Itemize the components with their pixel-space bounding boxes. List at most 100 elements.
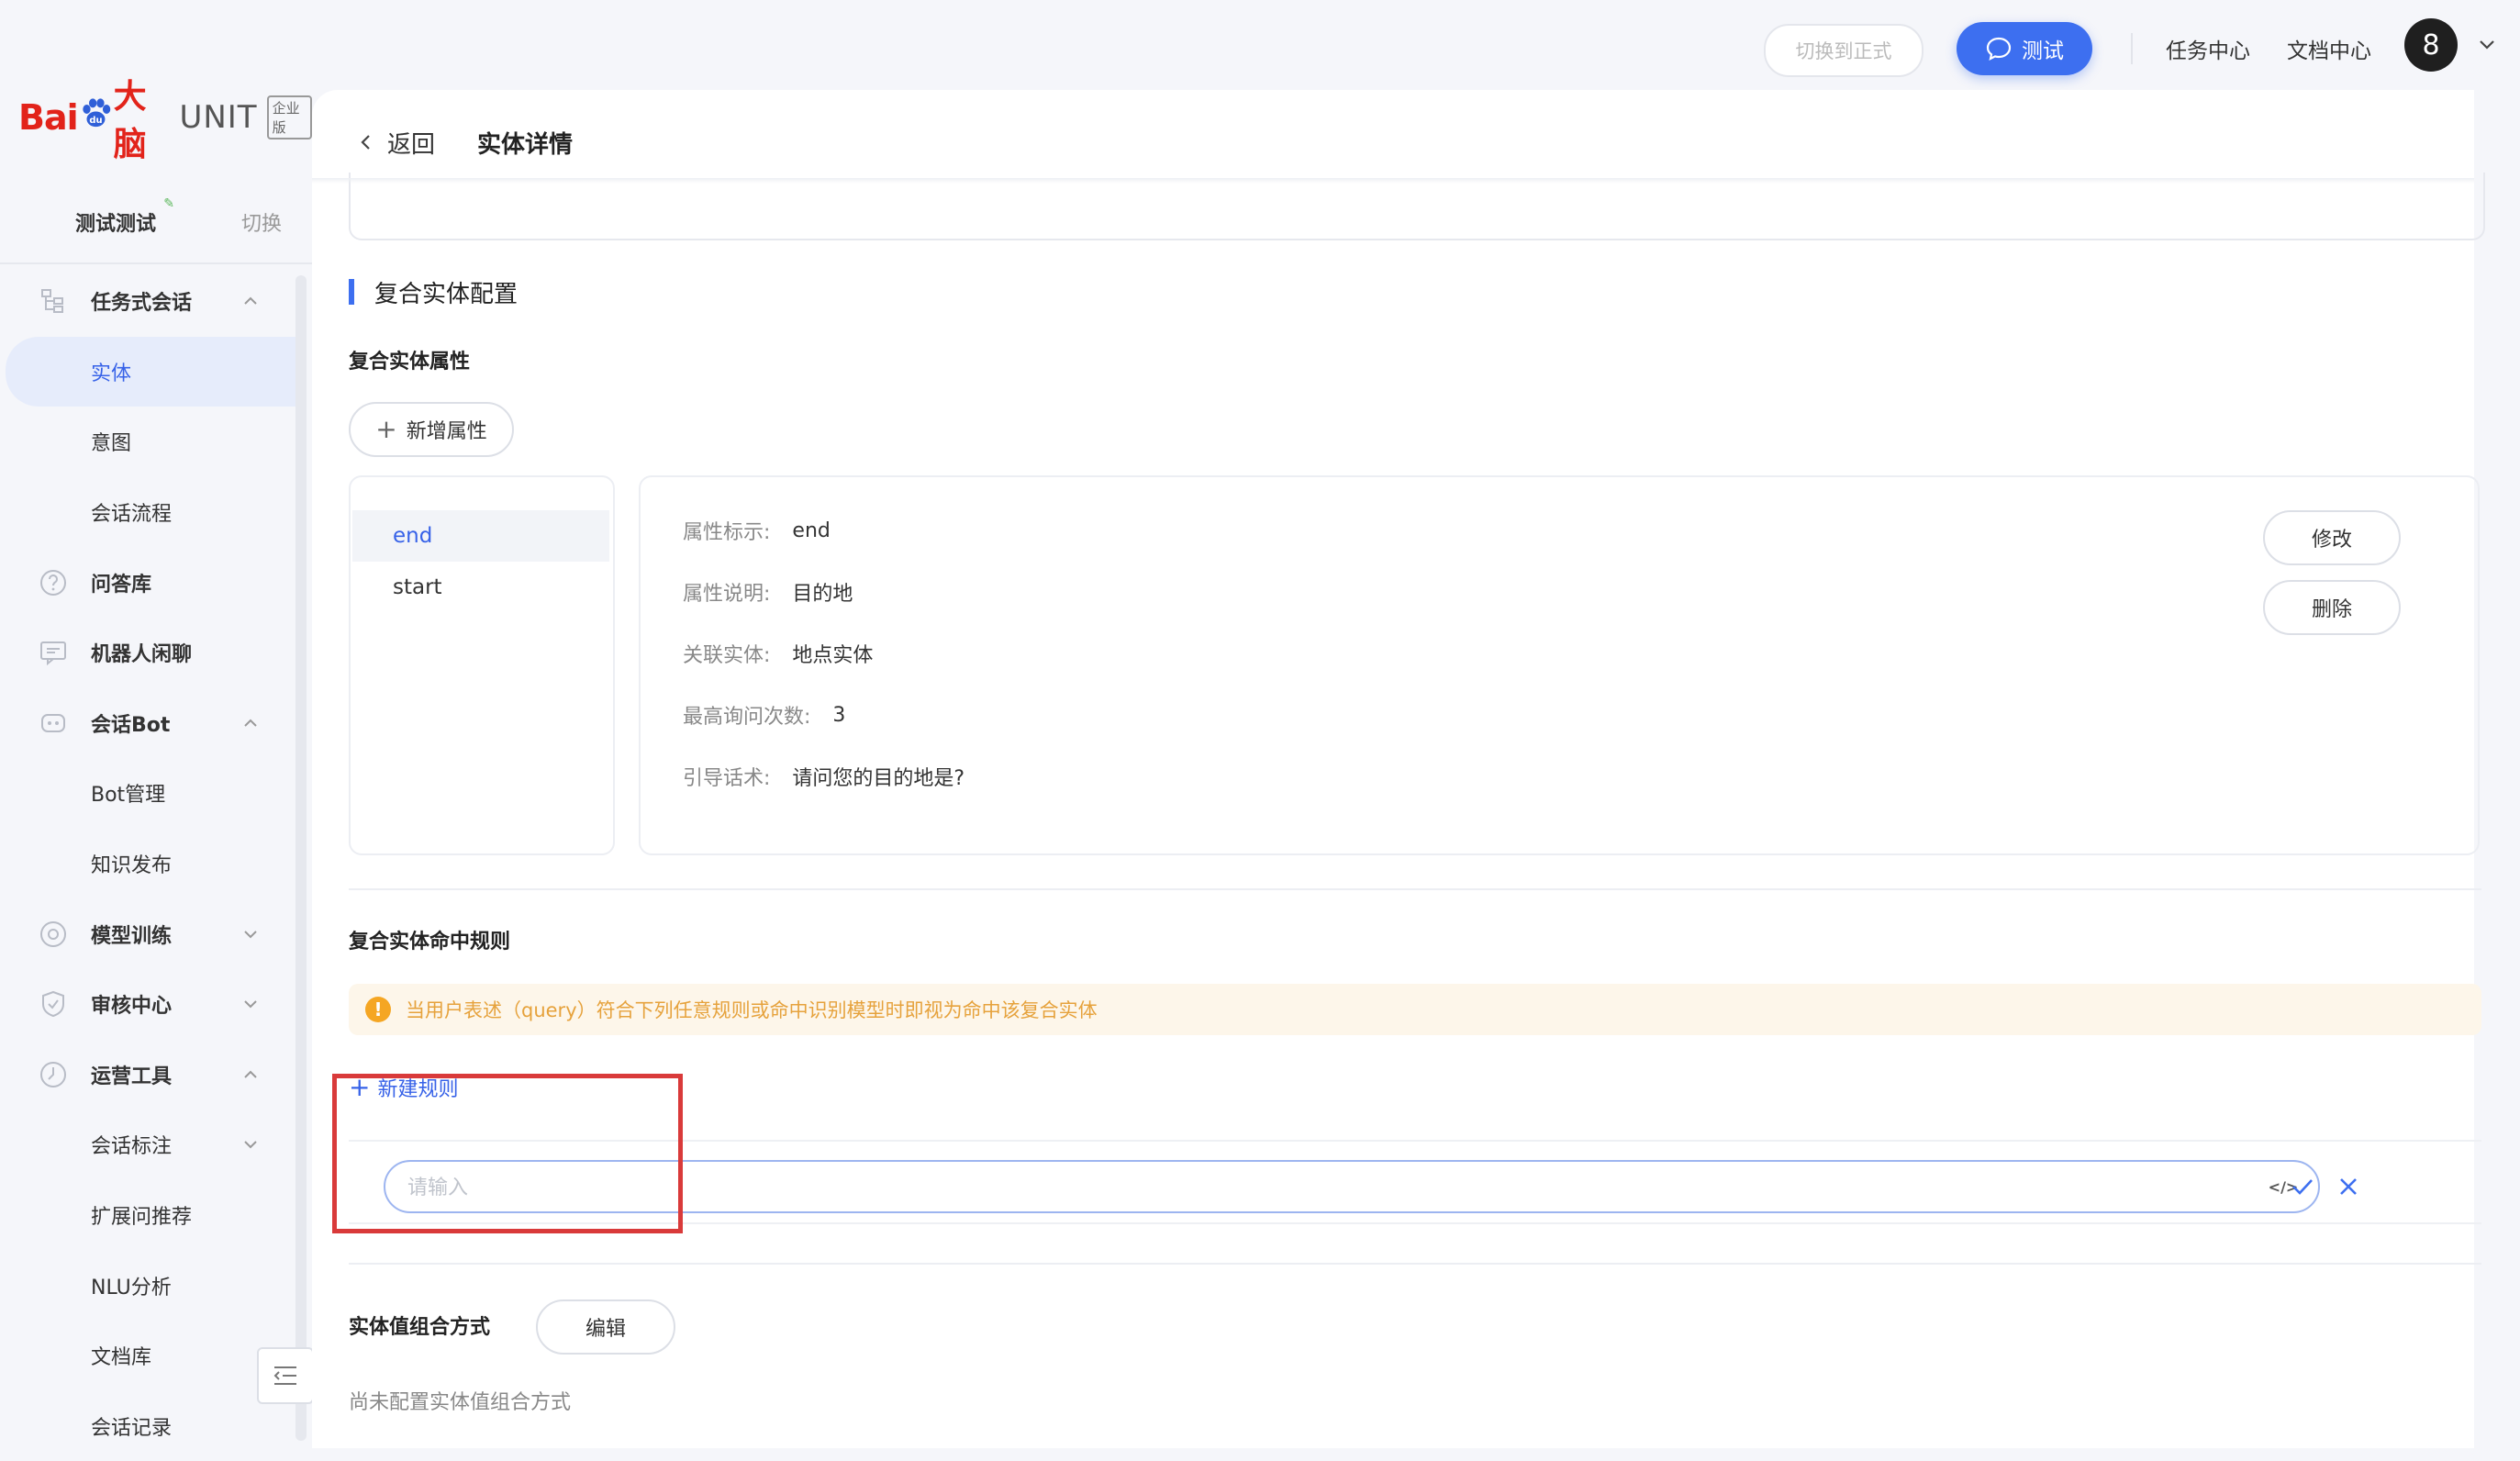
sidebar-item-intent[interactable]: 意图 bbox=[0, 407, 312, 477]
list-item[interactable]: end bbox=[352, 510, 609, 562]
chevron-up-icon[interactable] bbox=[240, 713, 261, 733]
sidebar-item-label: 文档库 bbox=[91, 1341, 151, 1370]
test-button[interactable]: 测试 bbox=[1957, 22, 2092, 75]
chevron-down-icon[interactable] bbox=[2476, 33, 2498, 55]
chevron-up-icon[interactable] bbox=[240, 291, 261, 311]
section-divider bbox=[349, 1263, 2481, 1265]
sidebar-item-entity[interactable]: 实体 bbox=[6, 337, 295, 407]
field-key: 属性标示: bbox=[683, 516, 770, 545]
sidebar-item-dialog-bot[interactable]: 会话Bot bbox=[0, 688, 312, 759]
tools-icon bbox=[37, 1058, 70, 1091]
back-link[interactable]: 返回 bbox=[387, 126, 435, 160]
chevron-down-icon[interactable] bbox=[240, 994, 261, 1014]
section-divider bbox=[349, 888, 2481, 890]
logo-dan: 大脑 bbox=[114, 70, 169, 165]
section-accent-bar bbox=[349, 279, 354, 305]
top-bar: 切换到正式 测试 任务中心 文档中心 8 bbox=[312, 0, 2520, 92]
sidebar-item-label: 审核中心 bbox=[91, 989, 172, 1019]
add-attribute-button[interactable]: + 新增属性 bbox=[349, 402, 514, 457]
page-title: 实体详情 bbox=[477, 126, 573, 160]
model-icon bbox=[37, 918, 70, 951]
svg-text:du: du bbox=[89, 116, 102, 126]
check-icon[interactable] bbox=[2289, 1173, 2316, 1200]
sidebar-item-knowledge-publish[interactable]: 知识发布 bbox=[0, 829, 312, 899]
delete-button[interactable]: 删除 bbox=[2263, 580, 2401, 635]
workspace-selector: 测试测试 ✎ 切换 bbox=[75, 202, 282, 242]
detail-field-id: 属性标示: end bbox=[683, 516, 831, 545]
shield-icon bbox=[37, 987, 70, 1020]
avatar[interactable]: 8 bbox=[2404, 18, 2458, 72]
edit-pencil-icon[interactable]: ✎ bbox=[163, 196, 174, 211]
section-title: 复合实体配置 bbox=[349, 277, 518, 307]
sidebar-item-label: 模型训练 bbox=[91, 920, 172, 949]
collapse-menu-icon bbox=[272, 1364, 299, 1388]
detail-field-entity: 关联实体: 地点实体 bbox=[683, 639, 873, 668]
sidebar-item-label: 扩展问推荐 bbox=[91, 1200, 192, 1230]
sidebar-item-expand-question[interactable]: 扩展问推荐 bbox=[0, 1180, 312, 1251]
bot-icon bbox=[37, 707, 70, 740]
sidebar-item-chitchat[interactable]: 机器人闲聊 bbox=[0, 618, 312, 688]
logo-bai: Bai bbox=[18, 97, 78, 138]
field-value: 地点实体 bbox=[792, 639, 873, 668]
sidebar-collapse-button[interactable] bbox=[257, 1347, 314, 1404]
sidebar-item-label: 实体 bbox=[91, 357, 131, 386]
sidebar-item-task-dialog[interactable]: 任务式会话 bbox=[0, 266, 312, 337]
sidebar-item-label: 任务式会话 bbox=[91, 286, 192, 316]
sidebar-item-label: Bot管理 bbox=[91, 778, 165, 808]
test-button-label: 测试 bbox=[2022, 33, 2064, 64]
workspace-switch-link[interactable]: 切换 bbox=[241, 207, 282, 237]
detail-field-max-ask: 最高询问次数: 3 bbox=[683, 700, 845, 730]
sidebar-item-ops-tools[interactable]: 运营工具 bbox=[0, 1040, 312, 1110]
edition-badge: 企业版 bbox=[267, 95, 312, 139]
detail-field-prompt: 引导话术: 请问您的目的地是? bbox=[683, 762, 965, 791]
sidebar: Bai du 大脑 UNIT 企业版 测试测试 ✎ 切换 任务式会话 bbox=[0, 0, 312, 1448]
sidebar-item-dialog-flow[interactable]: 会话流程 bbox=[0, 477, 312, 548]
breadcrumb: 返回 实体详情 bbox=[356, 119, 573, 165]
field-key: 属性说明: bbox=[683, 577, 770, 607]
sidebar-item-label: 机器人闲聊 bbox=[91, 638, 192, 667]
chat-bubble-icon bbox=[1985, 36, 2013, 61]
sidebar-item-dialog-annotation[interactable]: 会话标注 bbox=[0, 1110, 312, 1180]
sidebar-item-label: 问答库 bbox=[91, 568, 151, 597]
sidebar-nav: 任务式会话 实体 意图 会话流程 问答库 机器人闲聊 bbox=[0, 266, 312, 1461]
sidebar-item-bot-manage[interactable]: Bot管理 bbox=[0, 758, 312, 829]
field-value: 请问您的目的地是? bbox=[792, 762, 965, 791]
sidebar-item-nlu-analysis[interactable]: NLU分析 bbox=[0, 1250, 312, 1321]
section-title-text: 复合实体配置 bbox=[374, 275, 518, 309]
sidebar-item-review-center[interactable]: 审核中心 bbox=[0, 969, 312, 1040]
add-attribute-label: 新增属性 bbox=[407, 415, 487, 444]
workspace-name-text: 测试测试 bbox=[75, 213, 156, 236]
combine-empty-text: 尚未配置实体值组合方式 bbox=[349, 1386, 571, 1415]
sidebar-item-label: 会话Bot bbox=[91, 708, 170, 738]
chevron-down-icon[interactable] bbox=[240, 1134, 261, 1154]
doc-center-link[interactable]: 文档中心 bbox=[2287, 33, 2371, 64]
field-key: 最高询问次数: bbox=[683, 700, 810, 730]
task-center-link[interactable]: 任务中心 bbox=[2166, 33, 2250, 64]
brand-logo[interactable]: Bai du 大脑 UNIT 企业版 bbox=[18, 90, 312, 145]
combine-edit-button[interactable]: 编辑 bbox=[536, 1299, 675, 1355]
sidebar-item-label: 会话标注 bbox=[91, 1130, 172, 1159]
sidebar-item-label: 知识发布 bbox=[91, 849, 172, 878]
sidebar-scrollbar[interactable] bbox=[295, 275, 307, 1441]
switch-to-production-button[interactable]: 切换到正式 bbox=[1764, 24, 1923, 77]
sidebar-item-model-training[interactable]: 模型训练 bbox=[0, 898, 312, 969]
field-value: end bbox=[792, 519, 830, 542]
edit-button[interactable]: 修改 bbox=[2263, 510, 2401, 565]
plus-icon: + bbox=[375, 417, 396, 442]
header-shadow bbox=[312, 178, 2474, 184]
sidebar-item-label: 会话记录 bbox=[91, 1411, 172, 1441]
chevron-up-icon[interactable] bbox=[240, 1065, 261, 1085]
paw-icon: du bbox=[80, 95, 112, 133]
field-key: 引导话术: bbox=[683, 762, 770, 791]
chevron-left-icon[interactable] bbox=[356, 132, 376, 152]
close-icon[interactable] bbox=[2335, 1173, 2362, 1200]
sidebar-item-label: 运营工具 bbox=[91, 1060, 172, 1089]
chevron-down-icon[interactable] bbox=[240, 924, 261, 944]
list-item[interactable]: start bbox=[352, 562, 609, 613]
workspace-name: 测试测试 ✎ bbox=[75, 207, 156, 237]
question-icon bbox=[37, 566, 70, 599]
sidebar-item-qa-library[interactable]: 问答库 bbox=[0, 547, 312, 618]
attr-subtitle: 复合实体属性 bbox=[349, 345, 470, 374]
sidebar-item-label: NLU分析 bbox=[91, 1271, 172, 1300]
sidebar-item-label: 意图 bbox=[91, 427, 131, 456]
